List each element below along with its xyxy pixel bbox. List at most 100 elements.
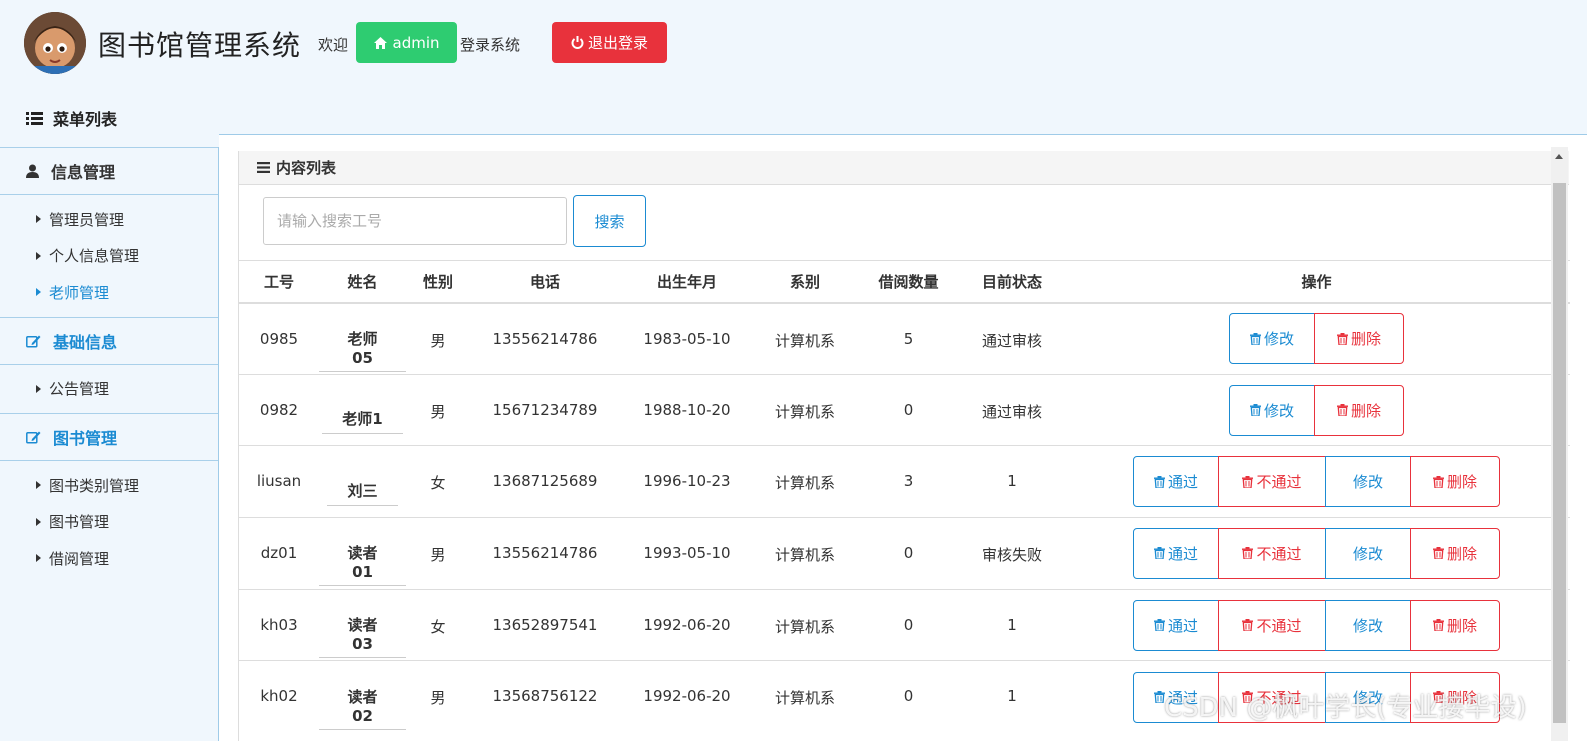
- cell-id: liusan: [239, 445, 319, 518]
- column-header: 操作: [1063, 260, 1570, 304]
- cell-name: 老师1: [319, 373, 406, 446]
- approve-label: 通过: [1167, 616, 1198, 635]
- cell-gender: 男: [406, 660, 470, 733]
- cell-phone: 13568756122: [470, 660, 620, 733]
- action-group: 修改 删除: [1229, 313, 1404, 365]
- reject-button[interactable]: 不通过: [1218, 456, 1326, 508]
- cell-borrow: 0: [856, 517, 961, 590]
- data-table: 工号 姓名 性别 电话 出生年月 系别 借阅数量 目前状态 操作 0985 老师0…: [239, 260, 1570, 733]
- reject-button[interactable]: 不通过: [1218, 599, 1326, 651]
- edit-label: 修改: [1263, 401, 1294, 420]
- sidebar-item-profile[interactable]: 个人信息管理: [0, 238, 218, 275]
- edit-button[interactable]: 修改: [1325, 599, 1411, 651]
- trash-icon: [1242, 475, 1254, 488]
- caret-right-icon: [36, 481, 41, 490]
- sidebar-group-info[interactable]: 信息管理: [0, 147, 218, 195]
- delete-button[interactable]: 删除: [1314, 313, 1404, 365]
- edit-button[interactable]: 修改: [1229, 384, 1315, 436]
- delete-button[interactable]: 删除: [1314, 384, 1404, 436]
- column-header: 系别: [754, 260, 856, 304]
- cell-id: 0982: [239, 373, 319, 446]
- edit-icon: [26, 431, 41, 444]
- logout-button[interactable]: 退出登录: [552, 22, 667, 63]
- sidebar-item-admins[interactable]: 管理员管理: [0, 201, 218, 238]
- trash-icon: [1336, 404, 1348, 417]
- caret-right-icon: [36, 554, 41, 563]
- cell-gender: 男: [406, 373, 470, 446]
- sidebar-group-books[interactable]: 图书管理: [0, 413, 218, 461]
- approve-button[interactable]: 通过: [1133, 456, 1219, 508]
- cell-id: 0985: [239, 302, 319, 375]
- trash-icon: [1432, 475, 1444, 488]
- bars-icon: [257, 162, 270, 173]
- power-icon: [571, 36, 584, 49]
- name-text: 老师05: [319, 306, 406, 372]
- cell-borrow: 5: [856, 302, 961, 375]
- column-header: 电话: [470, 260, 620, 304]
- cell-birth: 1992-06-20: [620, 588, 754, 661]
- cell-phone: 13556214786: [470, 302, 620, 375]
- edit-button[interactable]: 修改: [1325, 527, 1411, 579]
- delete-button[interactable]: 删除: [1410, 456, 1500, 508]
- search-button[interactable]: 搜索: [573, 195, 646, 247]
- sidebar-item-teachers[interactable]: 老师管理: [0, 274, 218, 311]
- cell-actions: 修改 删除: [1063, 373, 1570, 446]
- search-input[interactable]: [263, 197, 567, 245]
- watermark: CSDN @枫叶学长(专业接毕设): [1164, 693, 1527, 723]
- cell-name: 刘三: [319, 445, 406, 518]
- cell-borrow: 3: [856, 445, 961, 518]
- sidebar-item-notices[interactable]: 公告管理: [0, 371, 218, 408]
- sidebar-item-label: 借阅管理: [49, 549, 110, 568]
- cell-id: kh02: [239, 660, 319, 733]
- reject-button[interactable]: 不通过: [1218, 527, 1326, 579]
- admin-button[interactable]: admin: [356, 22, 457, 63]
- cell-status: 审核失败: [961, 517, 1063, 590]
- reject-label: 不通过: [1256, 544, 1302, 563]
- name-text: 刘三: [327, 458, 398, 506]
- trash-icon: [1153, 619, 1165, 632]
- sidebar-item-books[interactable]: 图书管理: [0, 504, 218, 541]
- cell-gender: 女: [406, 445, 470, 518]
- cell-actions: 通过 不通过 修改 删除: [1063, 445, 1570, 518]
- approve-label: 通过: [1167, 473, 1198, 492]
- name-text: 读者03: [319, 592, 406, 659]
- column-header: 借阅数量: [856, 260, 961, 304]
- approve-button[interactable]: 通过: [1133, 599, 1219, 651]
- cell-id: dz01: [239, 517, 319, 590]
- menu-title: 菜单列表: [26, 106, 117, 130]
- delete-button[interactable]: 删除: [1410, 599, 1500, 651]
- caret-right-icon: [36, 215, 41, 224]
- scroll-up-arrow-icon[interactable]: [1555, 154, 1563, 159]
- column-header: 性别: [406, 260, 470, 304]
- edit-label: 修改: [1352, 616, 1383, 635]
- sidebar-item-borrowing[interactable]: 借阅管理: [0, 540, 218, 577]
- sidebar-item-label: 管理员管理: [49, 210, 125, 229]
- sidebar-item-label: 图书类别管理: [49, 476, 140, 495]
- approve-button[interactable]: 通过: [1133, 527, 1219, 579]
- panel-title: 内容列表: [276, 159, 337, 177]
- cell-birth: 1988-10-20: [620, 373, 754, 446]
- trash-icon: [1249, 404, 1261, 417]
- sidebar-item-label: 公告管理: [49, 380, 110, 399]
- caret-right-icon: [36, 288, 41, 297]
- cell-name: 老师05: [319, 302, 406, 375]
- trash-icon: [1153, 547, 1165, 560]
- cell-dept: 计算机系: [754, 660, 856, 733]
- delete-label: 删除: [1350, 330, 1381, 349]
- edit-button[interactable]: 修改: [1229, 313, 1315, 365]
- table-row: liusan 刘三女 13687125689 1996-10-23 计算机系 3 1 通过 不通…: [239, 445, 1570, 518]
- cell-status: 1: [961, 660, 1063, 733]
- cell-gender: 男: [406, 517, 470, 590]
- edit-button[interactable]: 修改: [1325, 456, 1411, 508]
- action-group: 通过 不通过 修改 删除: [1133, 527, 1500, 579]
- action-group: 通过 不通过 修改 删除: [1133, 456, 1500, 508]
- sidebar-item-book-categories[interactable]: 图书类别管理: [0, 467, 218, 504]
- cell-phone: 13652897541: [470, 588, 620, 661]
- cell-birth: 1993-05-10: [620, 517, 754, 590]
- sidebar-group-basic[interactable]: 基础信息: [0, 316, 218, 365]
- scrollbar-thumb[interactable]: [1553, 183, 1566, 723]
- trash-icon: [1153, 475, 1165, 488]
- cell-status: 通过审核: [961, 373, 1063, 446]
- caret-right-icon: [36, 517, 41, 526]
- delete-button[interactable]: 删除: [1410, 527, 1500, 579]
